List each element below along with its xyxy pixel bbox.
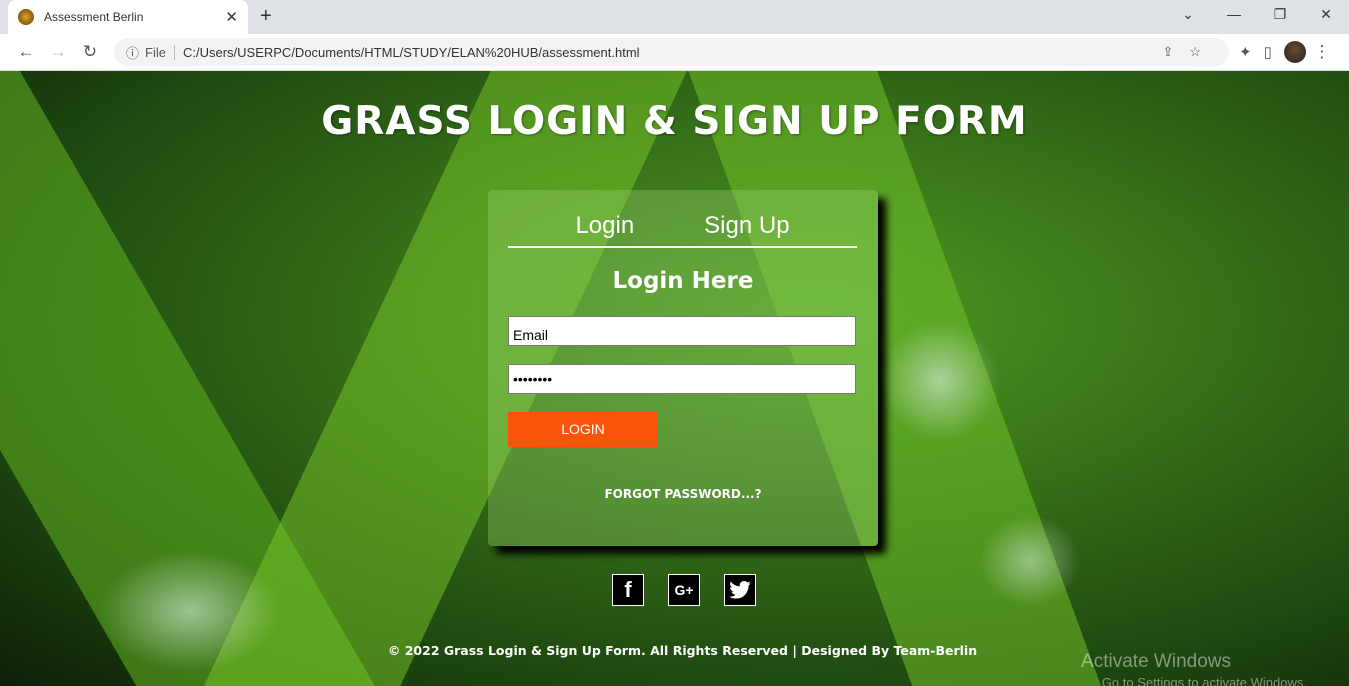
tab-login[interactable]: Login	[575, 212, 634, 246]
menu-icon[interactable]: ⋮	[1306, 42, 1338, 62]
form-heading: Login Here	[612, 268, 754, 294]
minimize-icon[interactable]: —	[1211, 0, 1257, 30]
back-icon[interactable]: ←	[10, 42, 42, 62]
profile-avatar[interactable]	[1283, 41, 1306, 63]
favicon-icon	[18, 9, 34, 25]
tab-sign-up[interactable]: Sign Up	[704, 212, 789, 246]
forgot-password-link[interactable]: FORGOT PASSWORD...?	[488, 487, 878, 501]
url-field[interactable]: ⓘ File C:/Users/USERPC/Documents/HTML/ST…	[114, 38, 1229, 66]
activate-windows-watermark: Activate Windows	[1081, 651, 1231, 672]
page-background: GRASS LOGIN & SIGN UP FORM Login Sign Up…	[0, 71, 1349, 686]
reload-icon[interactable]: ↻	[74, 42, 106, 62]
tab-bar: Assessment Berlin ✕ + ⌄ — ❐ ✕	[0, 0, 1349, 34]
page-title: GRASS LOGIN & SIGN UP FORM	[321, 99, 1028, 144]
new-tab-icon[interactable]: +	[260, 5, 272, 28]
facebook-icon[interactable]: f	[612, 574, 644, 606]
side-panel-icon[interactable]: ▯	[1264, 44, 1284, 61]
twitter-icon[interactable]	[724, 574, 756, 606]
restore-icon[interactable]: ❐	[1257, 0, 1303, 30]
info-icon[interactable]: ⓘ	[126, 43, 139, 62]
forward-icon[interactable]: →	[42, 42, 74, 62]
browser-tab[interactable]: Assessment Berlin ✕	[8, 0, 248, 34]
social-links: f G+	[612, 574, 756, 606]
activate-windows-subtext: Go to Settings to activate Windows.	[1101, 675, 1307, 686]
share-icon[interactable]: ⇪	[1162, 44, 1189, 59]
tab-title: Assessment Berlin	[44, 10, 144, 24]
bookmark-star-icon[interactable]: ☆	[1189, 44, 1217, 59]
close-window-icon[interactable]: ✕	[1303, 0, 1349, 30]
close-tab-icon[interactable]: ✕	[225, 8, 238, 26]
url-text[interactable]: C:/Users/USERPC/Documents/HTML/STUDY/ELA…	[183, 45, 640, 60]
extensions-icon[interactable]: ✦	[1239, 44, 1264, 61]
google-plus-icon[interactable]: G+	[668, 574, 700, 606]
form-tabs: Login Sign Up	[508, 212, 857, 248]
login-button[interactable]: LOGIN	[508, 412, 658, 447]
window-controls: ⌄ — ❐ ✕	[1165, 0, 1349, 30]
address-bar: ← → ↻ ⓘ File C:/Users/USERPC/Documents/H…	[0, 34, 1349, 71]
password-input[interactable]: ••••••••	[508, 364, 856, 394]
email-input[interactable]: Email	[508, 316, 856, 346]
url-scheme: File	[145, 44, 175, 60]
login-card: Login Sign Up Login Here Email •••••••• …	[488, 190, 878, 546]
tab-search-icon[interactable]: ⌄	[1165, 0, 1211, 30]
